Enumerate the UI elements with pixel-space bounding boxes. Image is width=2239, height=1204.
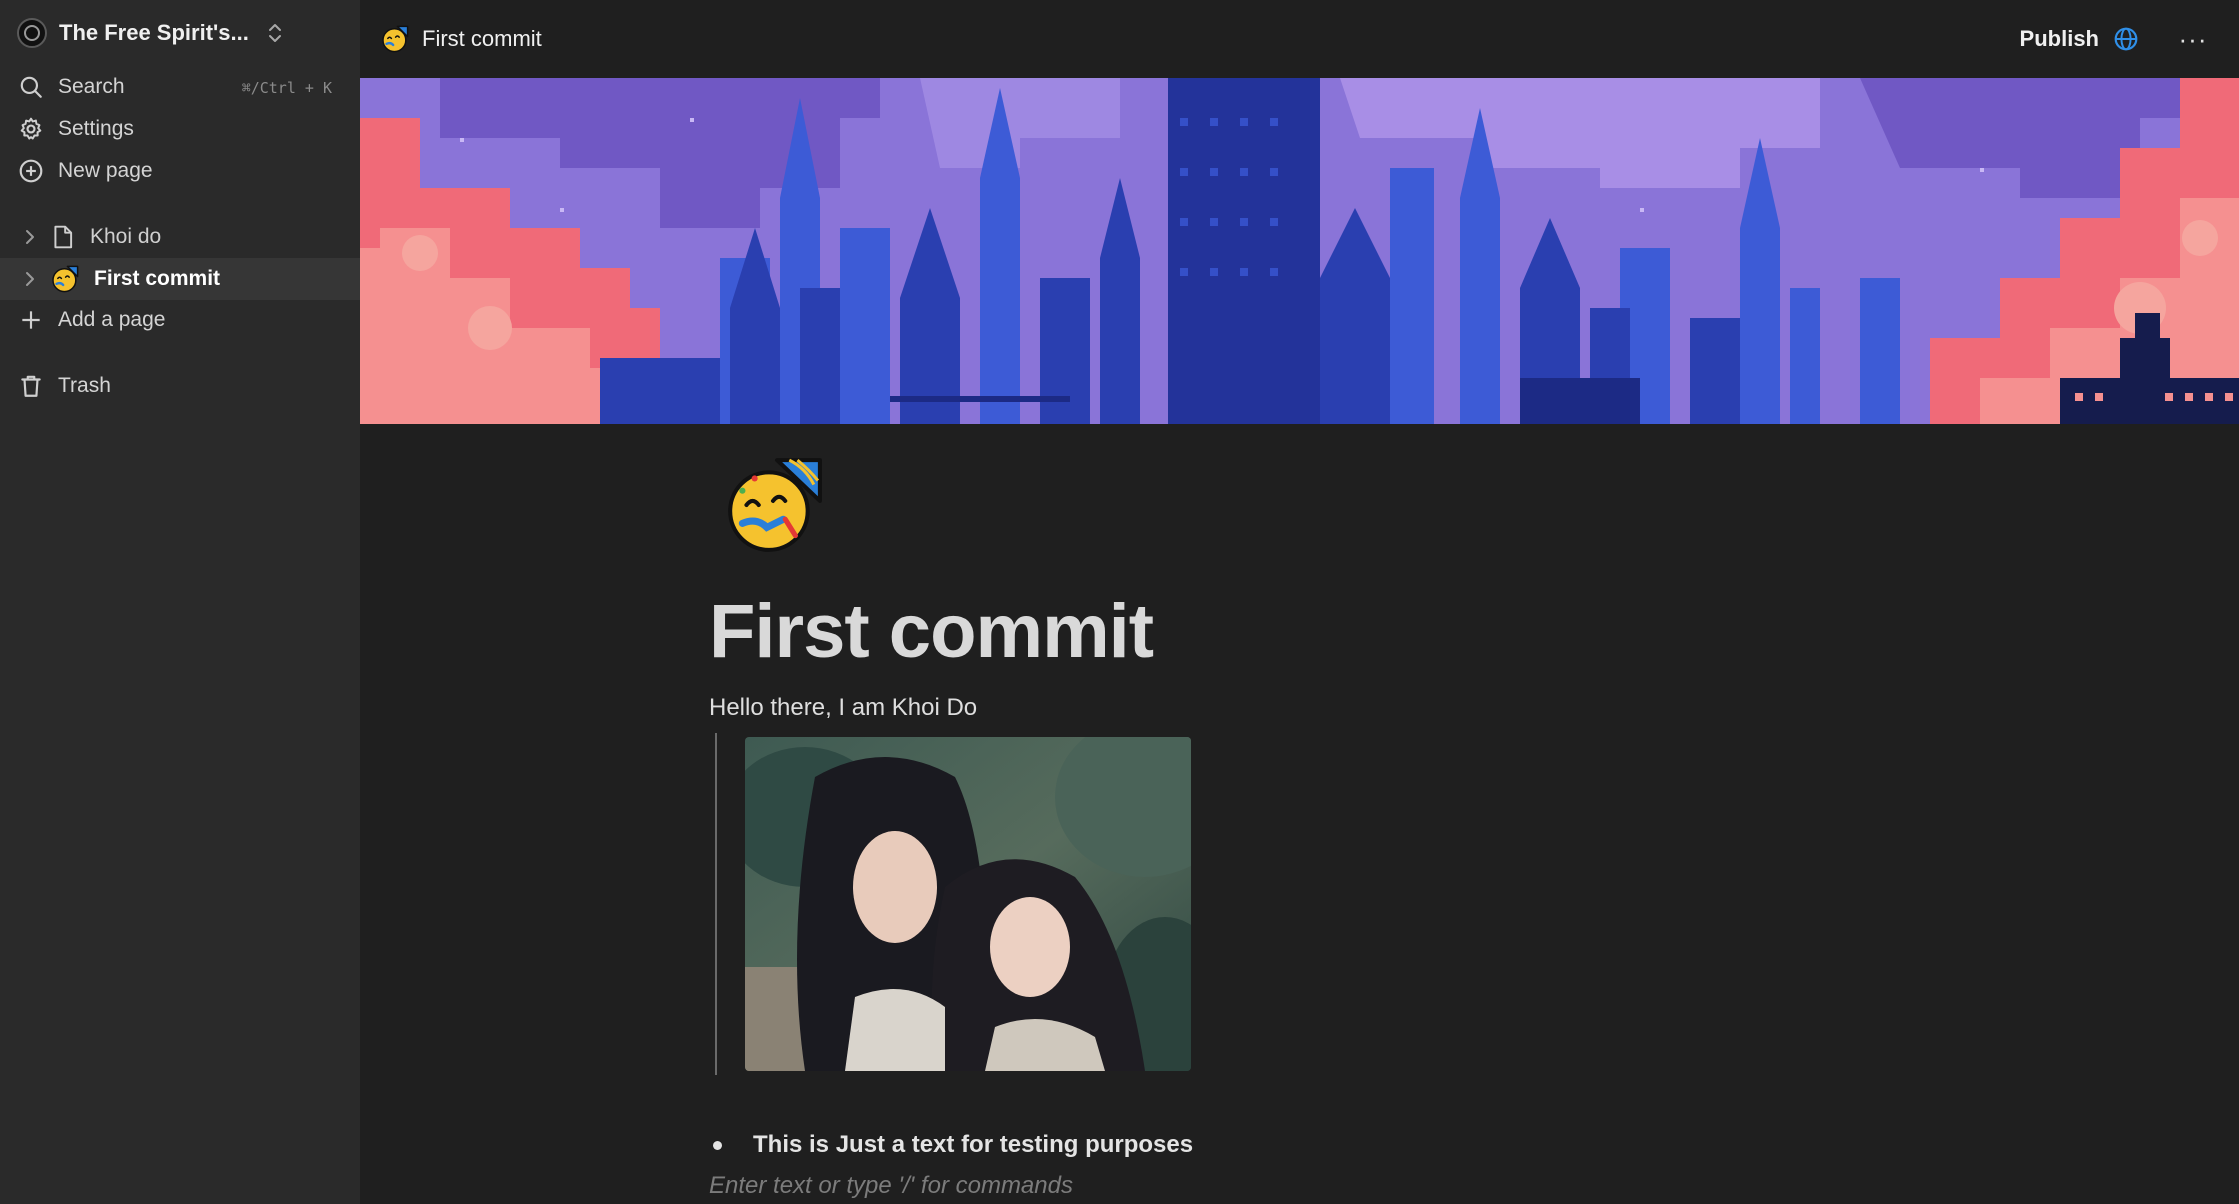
sidebar: The Free Spirit's... Search ⌘/Ctrl + K S… [0, 0, 360, 1204]
empty-block-placeholder[interactable]: Enter text or type '/' for commands [709, 1172, 1073, 1200]
image-block[interactable] [745, 737, 1191, 1071]
search-icon [20, 76, 42, 98]
workspace-logo-icon [17, 18, 47, 48]
partying-face-icon [52, 265, 79, 293]
more-icon: ··· [2178, 23, 2208, 54]
trash-label: Trash [58, 374, 111, 397]
trash-icon [21, 375, 41, 397]
partying-face-icon [728, 458, 822, 552]
page-icon-emoji[interactable] [722, 454, 824, 556]
sidebar-item-label: First commit [94, 267, 221, 290]
chevron-up-down-icon [267, 22, 283, 44]
chevron-right-icon[interactable] [20, 269, 40, 289]
photo-two-people-image [745, 737, 1191, 1071]
chevron-right-icon[interactable] [20, 227, 40, 247]
top-bar: First commit Publish ··· [360, 0, 2239, 78]
search-shortcut: ⌘/Ctrl + K [241, 79, 332, 97]
workspace-switcher[interactable]: The Free Spirit's... [17, 14, 283, 52]
breadcrumb[interactable]: First commit [380, 20, 542, 58]
partying-face-icon [382, 25, 409, 53]
bullet-dot [713, 1140, 722, 1150]
page-title[interactable]: First commit [709, 588, 1154, 675]
more-options-button[interactable]: ··· [2173, 20, 2213, 58]
plus-circle-icon [19, 159, 43, 183]
breadcrumb-label: First commit [422, 26, 542, 51]
search-label: Search [58, 75, 125, 98]
sidebar-add-page[interactable]: Add a page [18, 301, 165, 339]
quote-block-bar [715, 733, 717, 1075]
sidebar-search[interactable]: Search [18, 68, 125, 106]
pixel-city-skyline-image [360, 78, 2239, 424]
sidebar-trash[interactable]: Trash [18, 367, 111, 405]
sidebar-settings[interactable]: Settings [18, 110, 134, 148]
sidebar-new-page[interactable]: New page [18, 152, 153, 190]
plus-icon [22, 311, 40, 329]
sidebar-item-label: Khoi do [90, 225, 162, 248]
cover-image[interactable] [360, 78, 2239, 424]
publish-button[interactable]: Publish [2020, 20, 2139, 58]
settings-label: Settings [58, 117, 134, 140]
globe-icon [2114, 27, 2138, 51]
sidebar-item-khoi-do[interactable]: Khoi do [0, 216, 360, 258]
bullet-text: This is Just a text for testing purposes [753, 1131, 1194, 1158]
publish-label: Publish [2019, 26, 2099, 51]
sidebar-item-first-commit[interactable]: First commit [0, 258, 360, 300]
add-page-label: Add a page [58, 308, 166, 331]
paragraph-block[interactable]: Hello there, I am Khoi Do [709, 694, 977, 722]
bullet-list-item[interactable]: This is Just a text for testing purposes [709, 1128, 1193, 1162]
page-icon [54, 225, 73, 249]
workspace-name: The Free Spirit's... [59, 20, 249, 45]
new-page-label: New page [58, 159, 153, 182]
gear-icon [20, 117, 42, 140]
